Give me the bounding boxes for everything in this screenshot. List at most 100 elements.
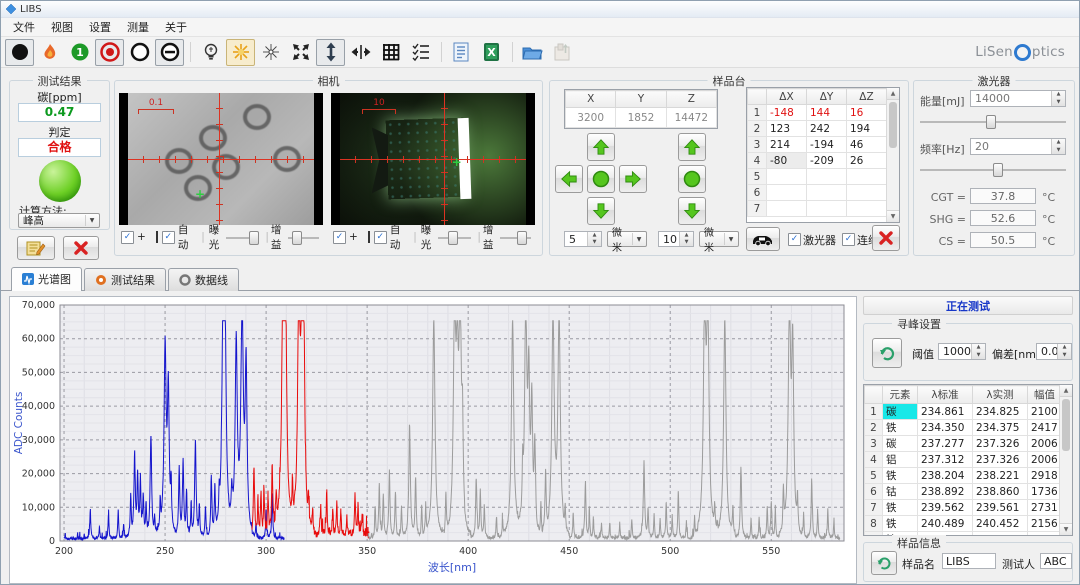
excel-export-icon[interactable]: X (477, 39, 506, 66)
table-row[interactable]: 7 (748, 201, 887, 217)
overlay-checkbox[interactable]: ✓ (333, 231, 346, 244)
table-row[interactable]: 6钴238.892238.8601736 (865, 484, 1062, 500)
auto-checkbox[interactable]: ✓ (162, 231, 175, 244)
dark-field-icon[interactable] (5, 39, 34, 66)
report-icon[interactable] (447, 39, 476, 66)
z-step-input[interactable]: 10▲▼ (658, 231, 694, 247)
stage-right-button[interactable] (619, 165, 647, 193)
table-row[interactable]: 2123242194 (748, 121, 887, 137)
stage-z-down-button[interactable] (678, 197, 706, 225)
scrollbar[interactable]: ▲▼ (886, 88, 899, 222)
method-value: 峰高 (23, 213, 44, 228)
table-row[interactable]: 2铁234.350234.3752417 (865, 420, 1062, 436)
scroll-up-icon[interactable]: ▲ (887, 88, 899, 100)
gain-slider[interactable] (288, 231, 319, 244)
energy-input[interactable]: 14000▲▼ (970, 90, 1066, 107)
table-row[interactable]: 5铁238.204238.2212918 (865, 468, 1062, 484)
table-row[interactable]: 4-80-20926 (748, 153, 887, 169)
title-bar[interactable]: LIBS (1, 1, 1079, 18)
method-select[interactable]: 峰高▼ (18, 213, 100, 228)
xy-step-input[interactable]: 5▲▼ (564, 231, 602, 247)
tester-input[interactable]: ABC (1040, 553, 1072, 569)
stage-up-button[interactable] (587, 133, 615, 161)
overlay-checkbox[interactable]: ✓ (121, 231, 134, 244)
deviation-input[interactable]: 0.05▲▼ (1036, 343, 1072, 360)
menu-bar: 文件 视图 设置 测量 关于 (1, 18, 1079, 37)
tab-data-line[interactable]: 数据线 (168, 268, 239, 291)
exposure-slider[interactable] (438, 231, 471, 244)
table-row[interactable]: 7铁239.562239.5612731 (865, 500, 1062, 516)
scroll-up-icon[interactable]: ▲ (1060, 385, 1072, 397)
menu-measure[interactable]: 测量 (119, 18, 157, 36)
stage-down-button[interactable] (587, 197, 615, 225)
plasma-flame-icon[interactable] (35, 39, 64, 66)
spinner-arrows[interactable]: ▲▼ (587, 232, 601, 246)
table-row[interactable]: 1碳234.861234.8252100 (865, 404, 1062, 420)
table-row[interactable]: 3碳237.277237.3262006 (865, 436, 1062, 452)
scroll-down-icon[interactable]: ▼ (887, 210, 899, 222)
lamp-icon[interactable] (196, 39, 225, 66)
zoom-horizontal-icon[interactable] (346, 39, 375, 66)
spinner-arrows[interactable]: ▲▼ (1057, 344, 1071, 359)
spinner-arrows[interactable]: ▲▼ (971, 344, 985, 359)
gain-slider[interactable] (500, 231, 531, 244)
refresh-peaks-button[interactable] (872, 338, 902, 368)
menu-view[interactable]: 视图 (43, 18, 81, 36)
table-row[interactable]: 8铁240.489240.4522156 (865, 516, 1062, 532)
freq-slider[interactable] (920, 163, 1066, 176)
stage-delta-table[interactable]: ΔXΔYΔZ1-1481441621232421943214-194464-80… (746, 87, 900, 223)
table-row[interactable]: 6 (748, 185, 887, 201)
tab-spectrum[interactable]: 光谱图 (11, 267, 82, 291)
spinner-arrows[interactable]: ▲▼ (679, 232, 693, 246)
menu-settings[interactable]: 设置 (81, 18, 119, 36)
flash-burst-icon[interactable] (226, 39, 255, 66)
channel-1-icon[interactable]: 1 (65, 39, 94, 66)
energy-slider[interactable] (920, 115, 1066, 128)
laser-enable-checkbox[interactable]: ✓ (788, 233, 801, 246)
peak-list-icon[interactable] (406, 39, 435, 66)
edit-record-button[interactable] (17, 236, 55, 260)
zoom-fit-icon[interactable] (286, 39, 315, 66)
auto-checkbox[interactable]: ✓ (374, 231, 387, 244)
laser-spot-icon[interactable] (256, 39, 285, 66)
stage-home-button[interactable] (587, 165, 615, 193)
camera-view-left[interactable]: 0.1 + (119, 93, 323, 225)
z-unit-select[interactable]: 微米▼ (699, 231, 739, 247)
stage-left-button[interactable] (555, 165, 583, 193)
sample-name-input[interactable]: LIBS (942, 553, 996, 569)
scrollbar[interactable]: ▲▼ (1059, 385, 1072, 535)
scroll-down-icon[interactable]: ▼ (1060, 523, 1072, 535)
open-folder-icon[interactable] (518, 39, 547, 66)
camera-view-right[interactable]: 10 + (331, 93, 535, 225)
clear-result-button[interactable] (63, 236, 99, 260)
table-row[interactable]: 1-14814416 (748, 105, 887, 121)
tab-test-result[interactable]: 测试结果 (84, 268, 166, 291)
threshold-input[interactable]: 1000▲▼ (938, 343, 986, 360)
zoom-vertical-icon[interactable] (316, 39, 345, 66)
grid-icon[interactable] (376, 39, 405, 66)
stage-z-home-button[interactable] (678, 165, 706, 193)
scroll-thumb[interactable] (1062, 399, 1070, 451)
save-data-icon[interactable] (548, 39, 577, 66)
refresh-sample-button[interactable] (871, 551, 897, 575)
run-sequence-button[interactable] (746, 227, 780, 251)
stop-circle-icon[interactable] (155, 39, 184, 66)
freq-input[interactable]: 20▲▼ (970, 138, 1066, 155)
spinner-arrows[interactable]: ▲▼ (1051, 139, 1065, 154)
spectrum-chart[interactable]: 200250300350400450500550010,00020,00030,… (9, 296, 857, 584)
menu-about[interactable]: 关于 (157, 18, 195, 36)
peak-table[interactable]: 元素λ标准λ实测幅值1碳234.861234.82521002铁234.3502… (863, 384, 1073, 536)
stage-z-up-button[interactable] (678, 133, 706, 161)
continuous-checkbox[interactable]: ✓ (842, 233, 855, 246)
record-icon[interactable] (95, 39, 124, 66)
table-row[interactable]: 4铝237.312237.3262006 (865, 452, 1062, 468)
scroll-thumb[interactable] (889, 102, 897, 148)
menu-file[interactable]: 文件 (5, 18, 43, 36)
bright-field-icon[interactable] (125, 39, 154, 66)
table-row[interactable]: 5 (748, 169, 887, 185)
xy-unit-select[interactable]: 微米▼ (607, 231, 647, 247)
table-row[interactable]: 3214-19446 (748, 137, 887, 153)
spinner-arrows[interactable]: ▲▼ (1051, 91, 1065, 106)
exposure-slider[interactable] (226, 231, 259, 244)
stop-sequence-button[interactable] (872, 225, 900, 251)
